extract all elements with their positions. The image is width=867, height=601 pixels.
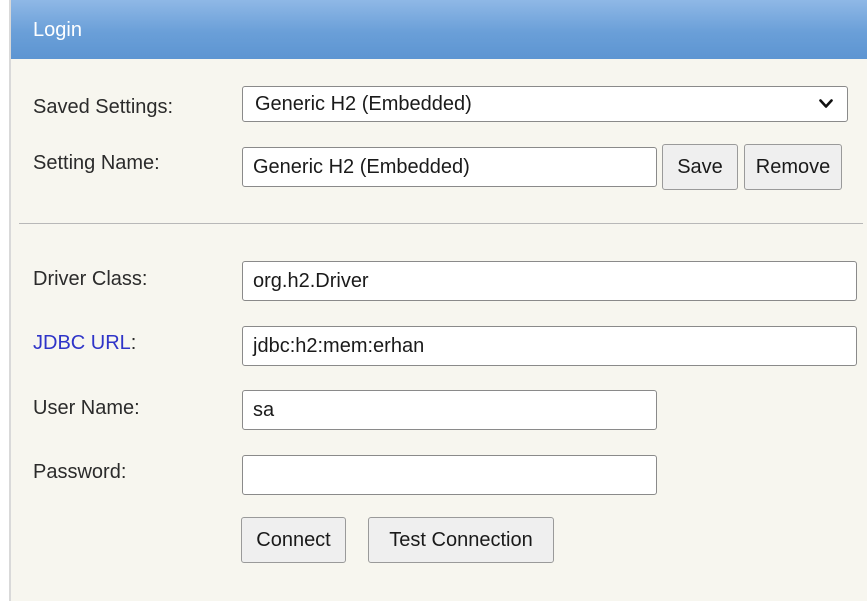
- setting-name-label: Setting Name:: [33, 152, 160, 174]
- chevron-down-icon: [819, 99, 833, 108]
- title-text: Login: [33, 19, 82, 41]
- connect-button[interactable]: Connect: [241, 517, 346, 563]
- user-name-label: User Name:: [33, 397, 140, 419]
- jdbc-url-label-text[interactable]: JDBC URL: [33, 332, 131, 354]
- jdbc-url-label[interactable]: JDBC URL:: [33, 332, 136, 355]
- saved-settings-label: Saved Settings:: [33, 96, 174, 118]
- jdbc-url-label-colon: :: [130, 332, 137, 354]
- login-panel: Login Saved Settings: Generic H2 (Embedd…: [9, 0, 867, 601]
- saved-settings-value: Generic H2 (Embedded): [255, 93, 472, 115]
- section-divider: [19, 223, 863, 224]
- saved-settings-select[interactable]: Generic H2 (Embedded): [242, 86, 848, 122]
- title-bar: Login: [11, 0, 867, 59]
- save-button[interactable]: Save: [662, 144, 738, 190]
- test-connection-button[interactable]: Test Connection: [368, 517, 554, 563]
- jdbc-url-input[interactable]: jdbc:h2:mem:erhan: [242, 326, 857, 366]
- password-input[interactable]: [242, 455, 657, 495]
- remove-button[interactable]: Remove: [744, 144, 842, 190]
- driver-class-label: Driver Class:: [33, 268, 148, 290]
- driver-class-input[interactable]: org.h2.Driver: [242, 261, 857, 301]
- setting-name-input[interactable]: Generic H2 (Embedded): [242, 147, 657, 187]
- user-name-input[interactable]: sa: [242, 390, 657, 430]
- password-label: Password:: [33, 461, 127, 483]
